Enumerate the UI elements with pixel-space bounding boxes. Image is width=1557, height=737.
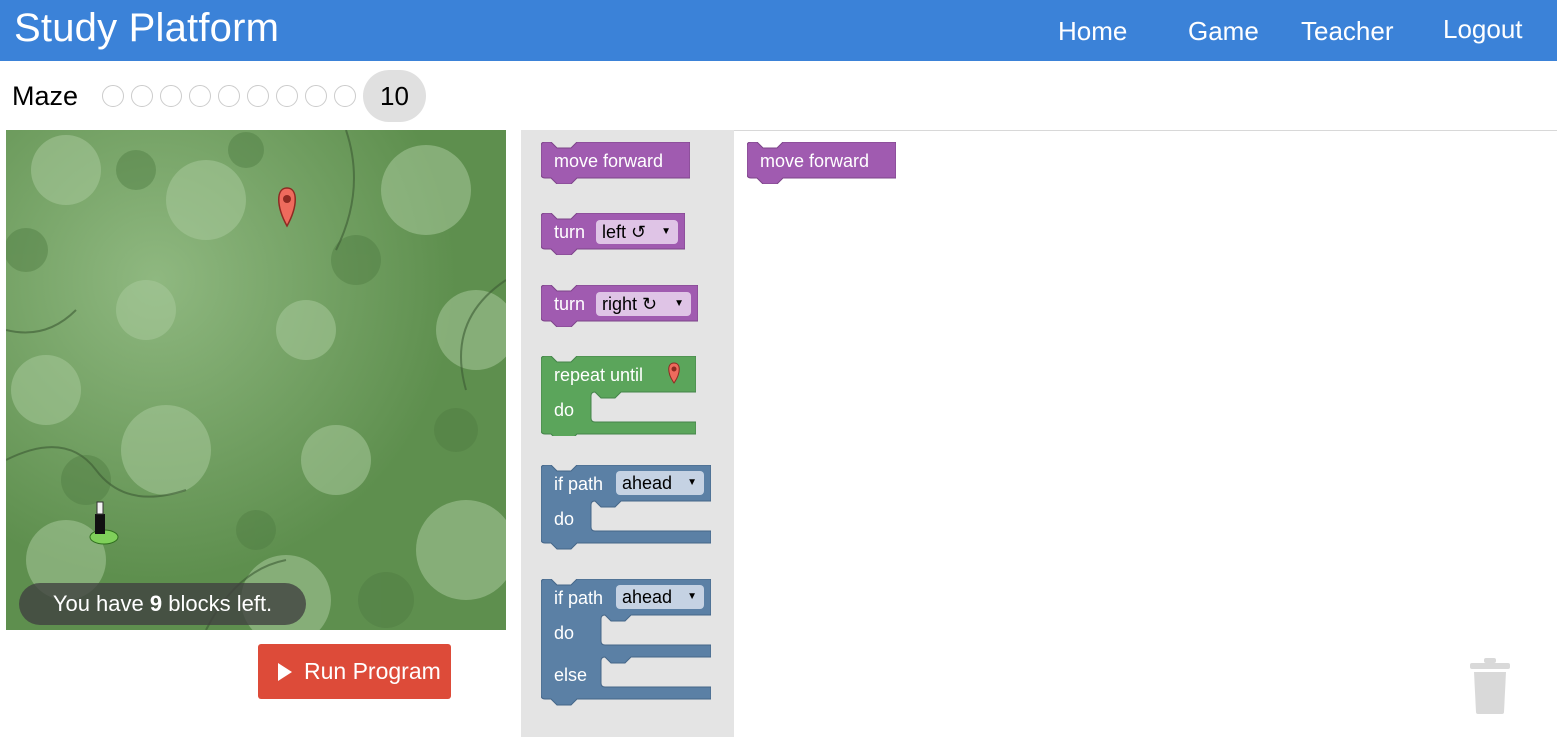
- if-path-dropdown-value: ahead: [622, 473, 673, 493]
- dropdown-arrow-icon: ▼: [674, 298, 684, 309]
- maze-map: [6, 130, 506, 630]
- nav-logout-link[interactable]: Logout: [1443, 14, 1523, 45]
- level-dot-1[interactable]: [102, 85, 124, 107]
- if-path-do-label: do: [554, 509, 575, 529]
- if-else-dropdown[interactable]: ahead ▼: [616, 585, 704, 609]
- level-dot-8[interactable]: [305, 85, 327, 107]
- level-dot-6[interactable]: [247, 85, 269, 107]
- turn-left-dropdown-value: left ↺: [602, 222, 647, 242]
- workspace-move-forward-block[interactable]: move forward: [747, 142, 896, 184]
- level-dot-9[interactable]: [334, 85, 356, 107]
- level-current-badge[interactable]: 10: [363, 70, 426, 122]
- toolbox-repeat-until-block[interactable]: repeat until do: [541, 356, 696, 436]
- turn-left-label: turn: [554, 222, 586, 242]
- toolbox-if-else-block[interactable]: if path ahead ▼ do else: [541, 579, 711, 706]
- nav-home-link[interactable]: Home: [1058, 16, 1127, 47]
- trash-can-icon: [1470, 658, 1510, 714]
- if-path-label: if path: [554, 474, 604, 494]
- blocks-left-suffix: blocks left.: [162, 591, 273, 616]
- toolbox-move-forward-block[interactable]: move forward: [541, 142, 690, 184]
- brand-title[interactable]: Study Platform: [14, 6, 279, 51]
- turn-right-label: turn: [554, 294, 586, 314]
- level-dot-2[interactable]: [131, 85, 153, 107]
- repeat-until-label: repeat until: [554, 365, 644, 385]
- nav-game-link[interactable]: Game: [1188, 16, 1259, 47]
- blocks-left-capsule: You have 9 blocks left.: [19, 583, 306, 625]
- if-else-do-label: do: [554, 623, 575, 643]
- blocks-left-prefix: You have: [52, 591, 150, 616]
- turn-left-dropdown[interactable]: left ↺ ▼: [596, 220, 678, 244]
- if-else-else-label: else: [554, 665, 588, 685]
- level-dot-7[interactable]: [276, 85, 298, 107]
- turn-right-dropdown[interactable]: right ↻ ▼: [596, 292, 691, 316]
- dropdown-arrow-icon: ▼: [661, 226, 671, 237]
- if-path-dropdown[interactable]: ahead ▼: [616, 471, 704, 495]
- block-workspace[interactable]: [734, 131, 1557, 737]
- toolbox-turn-left-block[interactable]: turn left ↺ ▼: [541, 213, 685, 255]
- repeat-do-label: do: [554, 400, 575, 420]
- blocks-left-count: 9: [149, 591, 163, 616]
- run-program-button[interactable]: Run Program: [258, 644, 451, 699]
- top-navbar: Study Platform Home Game Teacher Logout: [0, 0, 1557, 61]
- toolbox-turn-right-block[interactable]: turn right ↻ ▼: [541, 285, 698, 327]
- trash-icon[interactable]: [1470, 658, 1510, 714]
- workspace-move-forward-label: move forward: [760, 151, 870, 171]
- level-bar: Maze 10: [0, 61, 1557, 131]
- play-icon: [278, 663, 292, 681]
- move-forward-label: move forward: [554, 151, 664, 171]
- level-dot-5[interactable]: [218, 85, 240, 107]
- goal-marker-icon: [668, 362, 680, 384]
- dropdown-arrow-icon: ▼: [687, 477, 697, 488]
- if-else-label: if path: [554, 588, 604, 608]
- turn-right-dropdown-value: right ↻: [602, 294, 658, 314]
- level-title: Maze: [12, 81, 79, 111]
- dropdown-arrow-icon: ▼: [687, 591, 697, 602]
- maze-canvas: [6, 130, 506, 630]
- run-program-label: Run Program: [304, 658, 441, 684]
- nav-teacher-link[interactable]: Teacher: [1301, 16, 1394, 47]
- level-dot-3[interactable]: [160, 85, 182, 107]
- if-else-dropdown-value: ahead: [622, 587, 673, 607]
- level-dot-4[interactable]: [189, 85, 211, 107]
- toolbox-if-path-block[interactable]: if path ahead ▼ do: [541, 465, 711, 550]
